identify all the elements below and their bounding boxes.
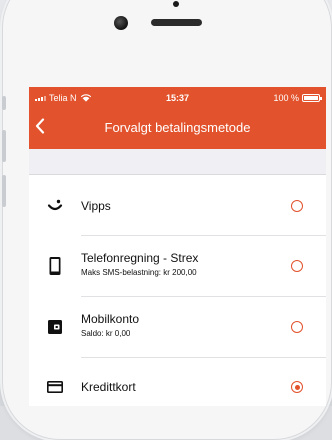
payment-option-label: Vipps: [81, 199, 111, 213]
payment-option-sublabel: Saldo: kr 0,00: [81, 329, 131, 338]
volume-down-button: [2, 175, 6, 207]
credit-card-icon: [45, 377, 65, 397]
mute-switch: [2, 96, 6, 110]
phone-icon: [45, 256, 65, 276]
radio-button-selected[interactable]: [291, 381, 303, 393]
volume-up-button: [2, 130, 6, 162]
navigation-bar: Telia N 15:37 100 % Forvalgt betalingsme…: [29, 87, 326, 149]
radio-button[interactable]: [291, 321, 303, 333]
payment-option-mobile-account[interactable]: Mobilkonto Saldo: kr 0,00: [29, 297, 326, 358]
payment-option-label: Mobilkonto: [81, 312, 140, 326]
page-title: Forvalgt betalingsmetode: [104, 120, 251, 135]
front-camera: [173, 1, 179, 7]
payment-option-sublabel: Maks SMS-belastning: kr 200,00: [81, 268, 197, 277]
earpiece-speaker: [151, 19, 202, 26]
battery-percent: 100 %: [273, 93, 299, 103]
payment-option-label: Kredittkort: [81, 380, 136, 394]
payment-option-vipps[interactable]: Vipps: [29, 175, 326, 236]
payment-option-phone-bill[interactable]: Telefonregning - Strex Maks SMS-belastni…: [29, 236, 326, 297]
payment-option-label: Telefonregning - Strex: [81, 251, 199, 265]
vipps-icon: [45, 196, 65, 216]
wallet-icon: [45, 317, 65, 337]
radio-button[interactable]: [291, 200, 303, 212]
section-header: [29, 149, 326, 175]
screen: Telia N 15:37 100 % Forvalgt betalingsme…: [29, 87, 326, 406]
radio-button[interactable]: [291, 260, 303, 272]
status-bar: Telia N 15:37 100 %: [29, 87, 326, 109]
payment-option-credit-card[interactable]: Kredittkort: [29, 358, 326, 406]
battery-group: 100 %: [273, 93, 322, 103]
battery-icon: [302, 94, 322, 102]
proximity-sensor: [114, 16, 128, 30]
